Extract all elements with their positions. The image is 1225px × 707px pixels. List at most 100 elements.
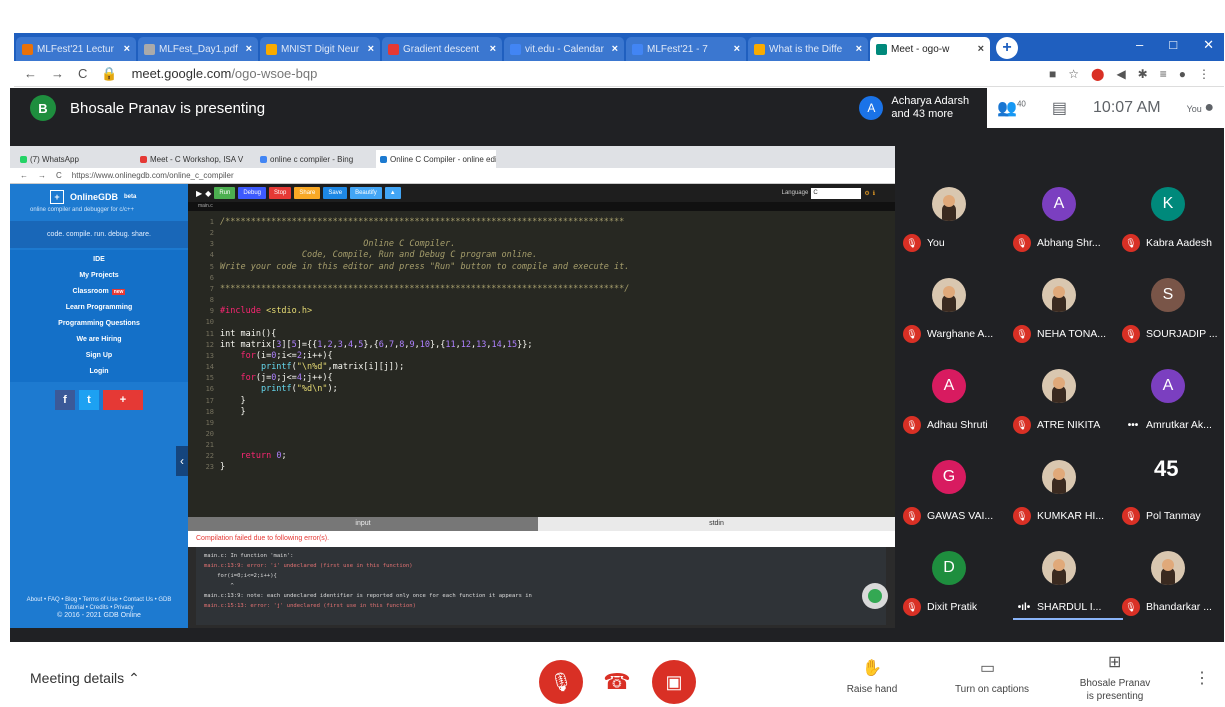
- tab-close-icon[interactable]: ×: [734, 43, 740, 55]
- tab-close-icon[interactable]: ×: [612, 43, 618, 55]
- browser-tab[interactable]: vit.edu - Calendar ×: [504, 37, 624, 61]
- extensions-icon[interactable]: ✱: [1138, 67, 1148, 81]
- participant-tile[interactable]: •ıl• SHARDUL I...: [1005, 535, 1123, 620]
- browser-tab[interactable]: MLFest'21 Lectur ×: [16, 37, 136, 61]
- camera-icon[interactable]: ■: [1049, 67, 1056, 81]
- gdb-nav-item[interactable]: Learn Programming: [10, 300, 188, 316]
- stdin-tab[interactable]: stdin: [538, 517, 895, 531]
- language-selector[interactable]: Language C ⚙ ℹ: [782, 187, 875, 199]
- menu-icon[interactable]: ⋮: [1198, 67, 1210, 81]
- gdb-nav-item[interactable]: IDE: [10, 252, 188, 268]
- url-field[interactable]: meet.google.com/ogo-wsoe-bqp: [132, 66, 318, 81]
- participant-tile[interactable]: K 🎙 Kabra Aadesh: [1114, 171, 1224, 256]
- shield-icon[interactable]: ⬤: [1091, 67, 1104, 81]
- gdb-nav-item[interactable]: Login: [10, 364, 188, 380]
- toolbar-save-button[interactable]: Save: [323, 187, 348, 199]
- participant-tile[interactable]: 🎙 You: [895, 171, 1005, 256]
- toolbar-user-button[interactable]: ▲: [384, 187, 401, 199]
- forward-icon[interactable]: →: [51, 66, 64, 81]
- info-icon[interactable]: ℹ: [873, 190, 875, 197]
- browser-tab[interactable]: What is the Diffe ×: [748, 37, 868, 61]
- gdb-nav-item[interactable]: Programming Questions: [10, 316, 188, 332]
- browser-tab[interactable]: MNIST Digit Neur ×: [260, 37, 380, 61]
- floating-action-icon[interactable]: [862, 583, 888, 609]
- footer-links[interactable]: About • FAQ • Blog • Terms of Use • Cont…: [10, 596, 188, 604]
- share-plus-icon[interactable]: +: [103, 390, 143, 410]
- language-select[interactable]: C: [811, 187, 862, 199]
- leave-call-button[interactable]: ☎: [595, 660, 639, 704]
- tab-close-icon[interactable]: ×: [490, 43, 496, 55]
- toolbar-share-button[interactable]: Share: [294, 187, 321, 199]
- browser-tab[interactable]: MLFest'21 - 7 ×: [626, 37, 746, 61]
- toolbar-debug-button[interactable]: Debug: [238, 187, 267, 199]
- camera-off-button[interactable]: ▣: [652, 660, 696, 704]
- mic-off-button[interactable]: 🎙: [539, 660, 583, 704]
- reading-list-icon[interactable]: ≡: [1160, 67, 1167, 81]
- participant-tile[interactable]: A 🎙 Adhau Shruti: [895, 353, 1005, 438]
- maximize-icon[interactable]: □: [1169, 37, 1177, 53]
- toolbar-stop-button[interactable]: Stop: [269, 187, 292, 199]
- close-window-icon[interactable]: ✕: [1203, 37, 1214, 53]
- gdb-nav-label: Sign Up: [85, 352, 113, 359]
- code-editor[interactable]: 1 2 3 4 5 6 7 8 9 10 11 12 13 14 15 16 1…: [188, 211, 895, 517]
- settings-icon[interactable]: ⚙: [864, 190, 869, 197]
- profile-icon[interactable]: ●: [1179, 67, 1186, 81]
- captions-icon[interactable]: ▭: [980, 658, 995, 678]
- tab-close-icon[interactable]: ×: [368, 43, 374, 55]
- participant-tile[interactable]: 45 🎙 Pol Tanmay: [1114, 444, 1224, 529]
- reload-icon[interactable]: C: [78, 66, 87, 81]
- browser-tab[interactable]: MLFest_Day1.pdf ×: [138, 37, 258, 61]
- toolbar-run-button[interactable]: Run: [214, 187, 236, 199]
- captions-label[interactable]: Turn on captions: [942, 684, 1042, 695]
- browser-tab[interactable]: Meet - ogo-w ×: [870, 37, 990, 61]
- upload-icon[interactable]: ◆: [205, 189, 211, 198]
- back-icon[interactable]: ←: [24, 66, 37, 81]
- gdb-nav: IDE My Projects Classroom new Learn Programm…: [10, 250, 188, 382]
- star-icon[interactable]: ☆: [1068, 67, 1079, 81]
- file-tab[interactable]: main.c: [188, 202, 895, 211]
- meeting-details-button[interactable]: Meeting details ⌃: [30, 670, 140, 687]
- people-icon[interactable]: 👥40: [997, 98, 1026, 118]
- lock-icon: 🔒: [101, 65, 118, 81]
- participant-tile[interactable]: 🎙 ATRE NIKITA: [1005, 353, 1115, 438]
- gdb-footer: About • FAQ • Blog • Terms of Use • Cont…: [10, 596, 188, 620]
- gdb-nav-item[interactable]: We are Hiring: [10, 332, 188, 348]
- input-tab[interactable]: input: [188, 517, 538, 531]
- toolbar-beautify-button[interactable]: Beautify: [350, 187, 382, 199]
- gdb-nav-item[interactable]: My Projects: [10, 268, 188, 284]
- gdb-nav-item[interactable]: Classroom new: [10, 284, 188, 300]
- facebook-icon[interactable]: f: [55, 390, 75, 410]
- participants-summary[interactable]: Acharya Adarsh and 43 more: [891, 95, 969, 121]
- collapse-sidebar-icon[interactable]: ‹: [176, 446, 188, 476]
- new-tab-button[interactable]: +: [996, 37, 1018, 59]
- raise-hand-label[interactable]: Raise hand: [842, 684, 902, 695]
- participant-tile[interactable]: 🎙 KUMKAR HI...: [1005, 444, 1115, 529]
- participant-tile[interactable]: D 🎙 Dixit Pratik: [895, 535, 1005, 620]
- footer-links2[interactable]: Tutorial • Credits • Privacy: [10, 604, 188, 612]
- participant-tile[interactable]: 🎙 Warghane A...: [895, 262, 1005, 347]
- participant-name: Kabra Aadesh: [1146, 237, 1212, 249]
- participant-tile[interactable]: 🎙 Bhandarkar ...: [1114, 535, 1224, 620]
- speaker-icon[interactable]: ◀: [1116, 67, 1125, 81]
- raise-hand-icon[interactable]: ✋: [862, 658, 882, 678]
- new-file-icon[interactable]: ▶: [196, 189, 202, 198]
- tab-close-icon[interactable]: ×: [856, 43, 862, 55]
- tab-close-icon[interactable]: ×: [124, 43, 130, 55]
- tab-close-icon[interactable]: ×: [978, 43, 984, 55]
- gdb-nav-item[interactable]: Sign Up: [10, 348, 188, 364]
- browser-tab[interactable]: Gradient descent ×: [382, 37, 502, 61]
- participant-tile[interactable]: 🎙 NEHA TONA...: [1005, 262, 1115, 347]
- participant-tile[interactable]: A 🎙 Abhang Shr...: [1005, 171, 1115, 256]
- mic-muted-icon: 🎙: [903, 507, 921, 525]
- twitter-icon[interactable]: t: [79, 390, 99, 410]
- present-icon[interactable]: ⊞: [1108, 652, 1121, 672]
- window-controls[interactable]: – □ ✕: [1136, 37, 1214, 53]
- participant-tile[interactable]: S 🎙 SOURJADIP ...: [1114, 262, 1224, 347]
- minimize-icon[interactable]: –: [1136, 37, 1143, 53]
- participant-tile[interactable]: G 🎙 GAWAS VAI...: [895, 444, 1005, 529]
- participant-tile[interactable]: A ••• Amrutkar Ak...: [1114, 353, 1224, 438]
- tab-close-icon[interactable]: ×: [246, 43, 252, 55]
- chat-icon[interactable]: ▤: [1052, 98, 1067, 118]
- presenting-label[interactable]: Bhosale Pranav is presenting: [1070, 677, 1160, 703]
- more-options-icon[interactable]: ⋮: [1194, 668, 1210, 688]
